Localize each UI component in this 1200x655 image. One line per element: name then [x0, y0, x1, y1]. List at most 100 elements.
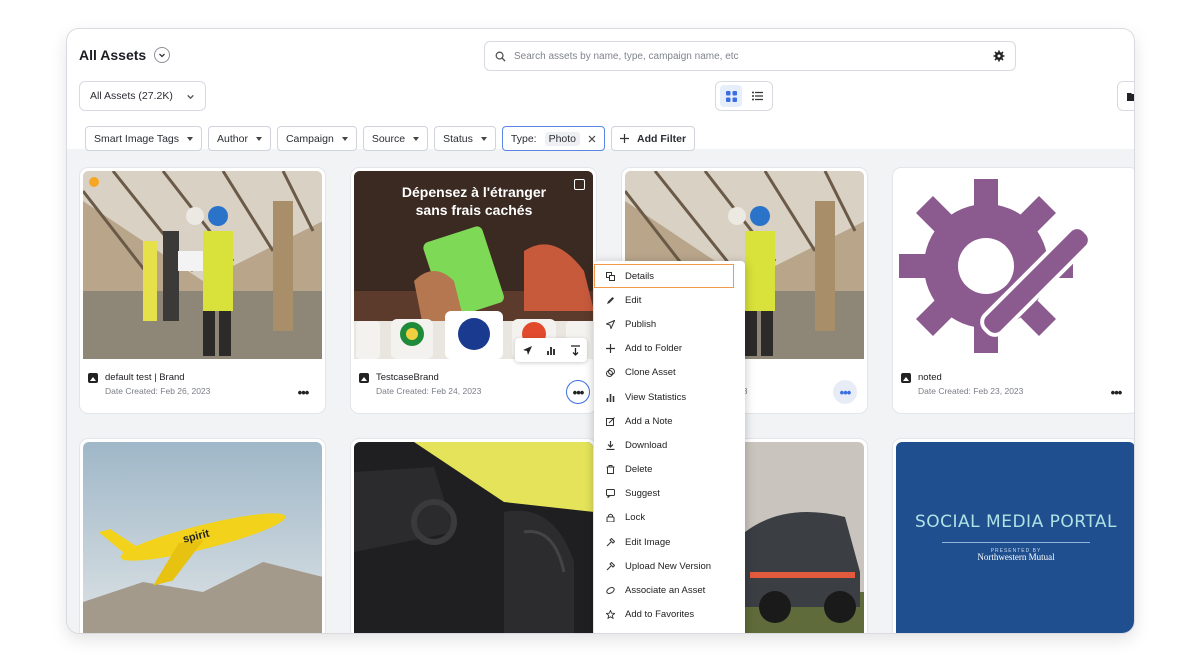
- page-title-text: All Assets: [79, 47, 147, 63]
- trash-icon: [606, 465, 615, 475]
- menu-item-add-to-folder[interactable]: Add to Folder: [594, 337, 745, 361]
- asset-card[interactable]: [351, 439, 596, 633]
- portal-title: SOCIAL MEDIA PORTAL: [915, 512, 1117, 532]
- statistics-icon[interactable]: [546, 345, 557, 356]
- asset-card[interactable]: spirit: [80, 439, 325, 633]
- send-icon[interactable]: [522, 345, 533, 356]
- promo-headline-line1: Dépensez à l'étranger: [401, 184, 547, 200]
- menu-item-edit[interactable]: Edit: [594, 288, 745, 312]
- image-icon: [359, 373, 369, 383]
- status-dot: [89, 177, 99, 187]
- menu-item-label: Upload New Version: [625, 560, 712, 572]
- filter-label: Source: [371, 132, 406, 145]
- menu-item-associate-an-asset[interactable]: Associate an Asset: [594, 578, 745, 602]
- menu-item-label: Suggest: [625, 488, 660, 500]
- asset-card[interactable]: Dépensez à l'étranger sans frais cachés …: [351, 168, 596, 413]
- asset-thumbnail: [83, 171, 322, 359]
- caret-down-icon: [255, 136, 262, 141]
- filter-author[interactable]: Author: [208, 126, 271, 151]
- asset-meta: noted Date Created: Feb 23, 2023: [901, 372, 1023, 396]
- more-options-button[interactable]: •••: [291, 380, 315, 404]
- edit-image-icon: [606, 537, 615, 547]
- asset-context-menu: Details Edit Publish Add to Folder Clone…: [594, 261, 745, 633]
- upload-icon: [606, 561, 615, 571]
- plus-icon: [620, 134, 630, 143]
- filter-campaign[interactable]: Campaign: [276, 126, 357, 151]
- asset-thumbnail: Dépensez à l'étranger sans frais cachés: [354, 171, 593, 359]
- select-checkbox[interactable]: [574, 179, 585, 190]
- filter-type-value: Photo: [544, 131, 581, 146]
- filter-label: Smart Image Tags: [94, 132, 180, 145]
- caret-down-icon: [187, 136, 194, 141]
- send-icon: [606, 319, 615, 329]
- menu-item-view-statistics[interactable]: View Statistics: [594, 385, 745, 409]
- menu-item-add-a-note[interactable]: Add a Note: [594, 409, 745, 433]
- quick-actions-bar: [515, 338, 587, 362]
- asset-meta: default test | Brand Date Created: Feb 2…: [88, 372, 210, 396]
- menu-item-download[interactable]: Download: [594, 433, 745, 457]
- search-input[interactable]: [514, 50, 993, 62]
- menu-item-label: Clone Asset: [625, 367, 676, 379]
- download-icon: [606, 440, 615, 450]
- asset-title: noted: [918, 372, 942, 383]
- asset-thumbnail: SOCIAL MEDIA PORTAL PRESENTED BY Northwe…: [896, 442, 1134, 633]
- list-view-button[interactable]: [746, 85, 768, 107]
- asset-thumbnail: spirit: [83, 442, 322, 633]
- page-title[interactable]: All Assets: [79, 47, 171, 63]
- menu-item-label: Add a Note: [625, 415, 673, 427]
- asset-title: TestcaseBrand: [376, 372, 439, 383]
- menu-item-label: Publish: [625, 318, 657, 330]
- gear-icon[interactable]: [993, 50, 1005, 62]
- menu-item-delete[interactable]: Delete: [594, 458, 745, 482]
- note-icon: [606, 416, 615, 426]
- menu-item-label: View Statistics: [625, 391, 687, 403]
- menu-item-edit-image[interactable]: Edit Image: [594, 530, 745, 554]
- filter-source[interactable]: Source: [362, 126, 429, 151]
- asset-card[interactable]: noted Date Created: Feb 23, 2023 •••: [893, 168, 1134, 413]
- filter-smart-image-tags[interactable]: Smart Image Tags: [85, 126, 203, 151]
- asset-scope-select[interactable]: All Assets (27.2K): [79, 81, 206, 111]
- close-icon[interactable]: [588, 135, 596, 143]
- filter-label: Author: [217, 132, 248, 145]
- menu-item-clone-asset[interactable]: Clone Asset: [594, 361, 745, 385]
- menu-item-lock[interactable]: Lock: [594, 506, 745, 530]
- more-options-button[interactable]: •••: [1104, 380, 1128, 404]
- filter-status[interactable]: Status: [434, 126, 496, 151]
- menu-item-label: Edit: [625, 294, 642, 306]
- caret-down-icon: [480, 136, 487, 141]
- download-icon[interactable]: [570, 344, 581, 356]
- menu-item-add-to-favorites[interactable]: Add to Favorites: [594, 603, 745, 627]
- asset-card[interactable]: default test | Brand Date Created: Feb 2…: [80, 168, 325, 413]
- more-options-button[interactable]: •••: [833, 380, 857, 404]
- menu-item-suggest[interactable]: Suggest: [594, 482, 745, 506]
- filter-bar: Smart Image Tags Author Campaign Source …: [67, 121, 1134, 156]
- menu-item-publish[interactable]: Publish: [594, 312, 745, 336]
- star-icon: [606, 610, 615, 620]
- menu-item-label: Edit Image: [625, 536, 671, 548]
- asset-date: Date Created: Feb 26, 2023: [105, 386, 211, 396]
- asset-scope-label: All Assets (27.2K): [90, 90, 173, 102]
- search-bar[interactable]: [484, 41, 1016, 71]
- folder-button[interactable]: [1117, 81, 1134, 111]
- asset-thumbnail: [354, 442, 593, 633]
- filter-type-active[interactable]: Type: Photo: [501, 126, 606, 151]
- caret-down-icon: [413, 136, 420, 141]
- asset-meta: TestcaseBrand Date Created: Feb 24, 2023: [359, 372, 481, 396]
- suggest-icon: [606, 489, 615, 499]
- menu-item-label: Add to Favorites: [625, 609, 695, 621]
- asset-card[interactable]: SOCIAL MEDIA PORTAL PRESENTED BY Northwe…: [893, 439, 1134, 633]
- grid-view-button[interactable]: [720, 85, 742, 107]
- more-options-button[interactable]: •••: [566, 380, 590, 404]
- portal-brand: Northwestern Mutual: [977, 552, 1055, 562]
- filter-label: Campaign: [285, 132, 334, 145]
- pencil-icon: [607, 296, 614, 304]
- folder-icon: [1126, 93, 1134, 101]
- menu-item-upload-new-version[interactable]: Upload New Version: [594, 554, 745, 578]
- add-filter-button[interactable]: Add Filter: [611, 126, 696, 151]
- menu-item-label: Lock: [625, 512, 646, 524]
- menu-item-label: Add to Folder: [625, 343, 683, 355]
- menu-item-details[interactable]: Details: [594, 264, 745, 289]
- caret-down-icon: [341, 136, 348, 141]
- chevron-down-icon[interactable]: [154, 47, 171, 63]
- filter-label: Status: [443, 132, 473, 145]
